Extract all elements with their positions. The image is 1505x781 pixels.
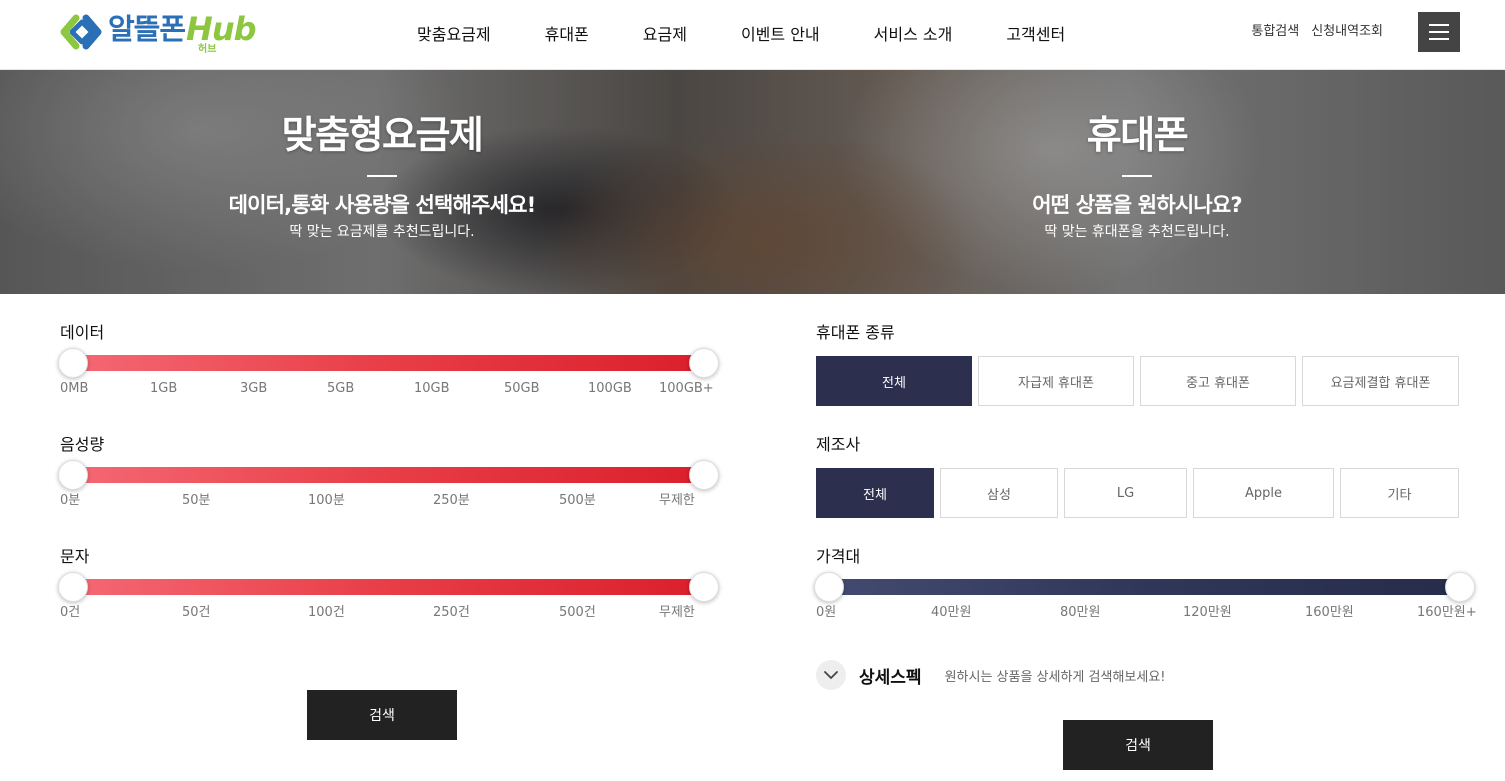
- tick-label: 500분: [559, 493, 596, 508]
- tick-label: 무제한: [659, 493, 695, 508]
- logo[interactable]: 알뜰폰 Hub 허브: [60, 10, 257, 55]
- tick-label: 500건: [559, 605, 596, 620]
- hero-phone-subtitle: 어떤 상품을 원하시나요?: [1032, 193, 1242, 217]
- tick-label: 160만원+: [1417, 605, 1477, 620]
- detail-spec-title[interactable]: 상세스펙: [859, 663, 922, 688]
- tick-label: 5GB: [327, 381, 355, 396]
- hero-phone: 휴대폰 어떤 상품을 원하시나요? 딱 맞는 휴대폰을 추천드립니다.: [757, 70, 1505, 241]
- tick-label: 100건: [308, 605, 345, 620]
- logo-hub-wrap: Hub 허브: [186, 10, 256, 55]
- maker-all[interactable]: 전체: [816, 468, 934, 518]
- phone-type-bundled[interactable]: 요금제결합 휴대폰: [1302, 356, 1459, 406]
- data-filter: 데이터 0MB 1GB 3GB 5GB 10GB 50GB 100GB 100G…: [58, 323, 720, 403]
- price-range-min-handle[interactable]: [814, 572, 844, 602]
- tick-label: 50건: [182, 605, 211, 620]
- tick-label: 0MB: [60, 381, 89, 396]
- apply-history-link[interactable]: 신청내역조회: [1311, 20, 1383, 39]
- data-range-min-handle[interactable]: [58, 348, 88, 378]
- logo-text-hub: Hub: [186, 10, 256, 48]
- detail-spec-row: 상세스펙 원하시는 상품을 상세하게 검색해보세요!: [816, 660, 1166, 690]
- tick-label: 100GB+: [659, 381, 714, 396]
- tick-label: 0원: [816, 605, 837, 620]
- nav-item-service[interactable]: 서비스 소개: [847, 25, 980, 45]
- hero-plan: 맞춤형요금제 데이터,통화 사용량을 선택해주세요! 딱 맞는 요금제를 추천드…: [2, 70, 762, 241]
- tick-label: 3GB: [240, 381, 268, 396]
- nav-item-phone[interactable]: 휴대폰: [518, 25, 616, 45]
- hamburger-line: [1429, 38, 1449, 40]
- maker-options: 전체 삼성 LG Apple 기타: [816, 468, 1459, 518]
- phone-type-used[interactable]: 중고 휴대폰: [1140, 356, 1296, 406]
- data-range-track[interactable]: [60, 355, 705, 371]
- tick-label: 100GB: [588, 381, 632, 396]
- tick-label: 0건: [60, 605, 81, 620]
- sms-range-min-handle[interactable]: [58, 572, 88, 602]
- hero-phone-title: 휴대폰: [1086, 113, 1189, 157]
- hero-banner: 맞춤형요금제 데이터,통화 사용량을 선택해주세요! 딱 맞는 요금제를 추천드…: [0, 70, 1505, 294]
- tick-label: 120만원: [1183, 605, 1232, 620]
- sms-label: 문자: [60, 547, 90, 566]
- phone-type-label: 휴대폰 종류: [816, 323, 895, 342]
- tick-label: 50GB: [504, 381, 540, 396]
- price-range-max-handle[interactable]: [1445, 572, 1475, 602]
- sms-range-track[interactable]: [60, 579, 705, 595]
- hamburger-line: [1429, 24, 1449, 26]
- tick-label: 250건: [433, 605, 470, 620]
- tick-label: 40만원: [931, 605, 972, 620]
- tick-label: 무제한: [659, 605, 695, 620]
- chevron-down-icon[interactable]: [816, 660, 846, 690]
- hero-plan-title: 맞춤형요금제: [281, 113, 484, 157]
- plan-search-button[interactable]: 검색: [307, 690, 457, 740]
- hero-phone-desc: 딱 맞는 휴대폰을 추천드립니다.: [1044, 224, 1230, 240]
- sms-range-max-handle[interactable]: [689, 572, 719, 602]
- maker-label: 제조사: [816, 435, 861, 454]
- logo-text-sub: 허브: [198, 44, 217, 55]
- voice-label: 음성량: [60, 435, 105, 454]
- hero-divider: [1122, 175, 1152, 177]
- hamburger-line: [1429, 31, 1449, 33]
- utility-links: 통합검색 신청내역조회: [1239, 20, 1383, 39]
- voice-range-max-handle[interactable]: [689, 460, 719, 490]
- nav-item-support[interactable]: 고객센터: [979, 25, 1092, 45]
- hero-plan-subtitle: 데이터,통화 사용량을 선택해주세요!: [228, 193, 537, 217]
- maker-lg[interactable]: LG: [1064, 468, 1187, 518]
- tick-label: 100분: [308, 493, 345, 508]
- price-filter: 가격대 0원 40만원 80만원 120만원 160만원 160만원+: [814, 547, 1486, 627]
- maker-etc[interactable]: 기타: [1340, 468, 1459, 518]
- tick-label: 160만원: [1305, 605, 1354, 620]
- hamburger-menu-icon[interactable]: [1418, 12, 1460, 52]
- nav-item-custom-plan[interactable]: 맞춤요금제: [390, 25, 518, 45]
- maker-apple[interactable]: Apple: [1193, 468, 1334, 518]
- tick-label: 50분: [182, 493, 211, 508]
- phone-search-button[interactable]: 검색: [1063, 720, 1213, 770]
- tick-label: 0분: [60, 493, 81, 508]
- hero-plan-desc: 딱 맞는 요금제를 추천드립니다.: [289, 224, 475, 240]
- price-range-track[interactable]: [816, 579, 1460, 595]
- phone-type-options: 전체 자급제 휴대폰 중고 휴대폰 요금제결합 휴대폰: [816, 356, 1459, 406]
- nav-item-plan[interactable]: 요금제: [616, 25, 714, 45]
- main-nav: 맞춤요금제 휴대폰 요금제 이벤트 안내 서비스 소개 고객센터: [390, 0, 1092, 70]
- detail-spec-desc: 원하시는 상품을 상세하게 검색해보세요!: [944, 669, 1166, 685]
- price-label: 가격대: [816, 547, 861, 566]
- voice-range-min-handle[interactable]: [58, 460, 88, 490]
- maker-samsung[interactable]: 삼성: [940, 468, 1058, 518]
- data-label: 데이터: [60, 323, 105, 342]
- integrated-search-link[interactable]: 통합검색: [1251, 20, 1299, 39]
- voice-filter: 음성량 0분 50분 100분 250분 500분 무제한: [58, 435, 720, 515]
- logo-mark-icon: [60, 14, 104, 50]
- nav-item-event[interactable]: 이벤트 안내: [714, 25, 847, 45]
- hero-divider: [367, 175, 397, 177]
- tick-label: 80만원: [1060, 605, 1101, 620]
- phone-type-unlocked[interactable]: 자급제 휴대폰: [978, 356, 1134, 406]
- sms-filter: 문자 0건 50건 100건 250건 500건 무제한: [58, 547, 720, 627]
- tick-label: 1GB: [150, 381, 178, 396]
- data-range-max-handle[interactable]: [689, 348, 719, 378]
- site-header: 알뜰폰 Hub 허브 맞춤요금제 휴대폰 요금제 이벤트 안내 서비스 소개 고…: [0, 0, 1505, 70]
- voice-range-track[interactable]: [60, 467, 705, 483]
- logo-text-ko: 알뜰폰: [108, 12, 186, 46]
- tick-label: 250분: [433, 493, 470, 508]
- phone-type-all[interactable]: 전체: [816, 356, 972, 406]
- tick-label: 10GB: [414, 381, 450, 396]
